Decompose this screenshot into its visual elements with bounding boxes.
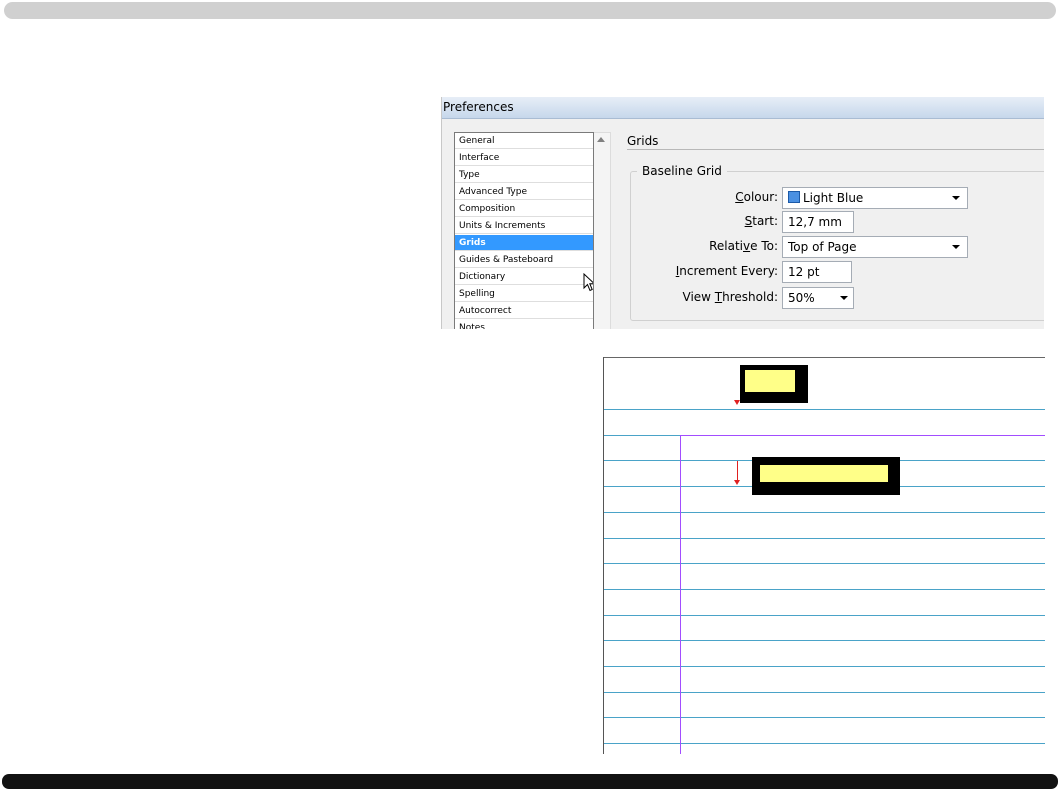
top-bar bbox=[4, 2, 1056, 19]
baseline-grid-line bbox=[604, 743, 1045, 744]
category-item-notes[interactable]: Notes bbox=[455, 320, 593, 329]
category-list[interactable]: General Interface Type Advanced Type Com… bbox=[454, 132, 594, 329]
left-margin-guide bbox=[680, 435, 681, 754]
chevron-down-icon[interactable] bbox=[952, 245, 960, 249]
category-item-advanced-type[interactable]: Advanced Type bbox=[455, 184, 593, 200]
category-item-type[interactable]: Type bbox=[455, 167, 593, 183]
callout-highlight bbox=[760, 465, 888, 482]
category-item-guides-pasteboard[interactable]: Guides & Pasteboard bbox=[455, 252, 593, 268]
baseline-grid-line bbox=[604, 512, 1045, 513]
category-item-grids[interactable]: Grids bbox=[455, 235, 593, 251]
bottom-bar bbox=[2, 774, 1058, 789]
baseline-grid-line bbox=[604, 692, 1045, 693]
colour-select[interactable]: Light Blue bbox=[782, 187, 968, 209]
callout-highlight bbox=[745, 370, 795, 392]
colour-label: Colour: bbox=[735, 190, 778, 204]
section-title: Grids bbox=[627, 134, 659, 148]
category-item-autocorrect[interactable]: Autocorrect bbox=[455, 303, 593, 319]
group-title: Baseline Grid bbox=[637, 164, 727, 178]
chevron-down-icon[interactable] bbox=[840, 296, 848, 300]
category-item-dictionary[interactable]: Dictionary bbox=[455, 269, 593, 285]
relative-to-select[interactable]: Top of Page bbox=[782, 236, 968, 258]
increment-every-input[interactable]: 12 pt bbox=[782, 261, 852, 283]
start-value-callout bbox=[740, 365, 808, 403]
start-label: Start: bbox=[744, 214, 778, 228]
arrow-down-icon bbox=[734, 400, 740, 405]
page-top-edge bbox=[604, 357, 1045, 358]
baseline-grid-line bbox=[604, 640, 1045, 641]
top-margin-guide bbox=[680, 435, 1045, 436]
relative-to-label: Relative To: bbox=[709, 239, 778, 253]
baseline-grid-line bbox=[604, 717, 1045, 718]
category-item-interface[interactable]: Interface bbox=[455, 150, 593, 166]
category-scrollbar[interactable] bbox=[594, 132, 611, 329]
color-swatch-icon bbox=[788, 191, 800, 203]
arrow-down-icon bbox=[734, 480, 740, 485]
preferences-dialog: Preferences General Interface Type Advan… bbox=[441, 97, 1044, 329]
category-item-composition[interactable]: Composition bbox=[455, 201, 593, 217]
baseline-grid-line bbox=[604, 538, 1045, 539]
section-divider bbox=[627, 149, 1044, 150]
baseline-grid-line bbox=[604, 666, 1045, 667]
increment-every-label: Increment Every: bbox=[675, 264, 778, 278]
baseline-grid-line bbox=[604, 589, 1045, 590]
mouse-cursor-icon bbox=[583, 273, 593, 292]
increment-value-callout bbox=[752, 457, 900, 495]
scroll-up-icon[interactable] bbox=[597, 137, 605, 142]
dialog-title-bar: Preferences bbox=[442, 97, 1044, 119]
category-item-units-increments[interactable]: Units & Increments bbox=[455, 218, 593, 234]
dialog-title: Preferences bbox=[443, 100, 514, 114]
baseline-grid-line bbox=[604, 563, 1045, 564]
view-threshold-label: View Threshold: bbox=[682, 290, 779, 304]
baseline-grid-illustration bbox=[603, 357, 1045, 754]
category-item-spelling[interactable]: Spelling bbox=[455, 286, 593, 302]
arrow-shaft bbox=[737, 461, 738, 480]
baseline-grid-line bbox=[604, 409, 1045, 410]
start-input[interactable]: 12,7 mm bbox=[782, 211, 854, 233]
view-threshold-select[interactable]: 50% bbox=[782, 287, 854, 309]
baseline-grid-line bbox=[604, 615, 1045, 616]
chevron-down-icon[interactable] bbox=[952, 196, 960, 200]
category-item-general[interactable]: General bbox=[455, 133, 593, 149]
